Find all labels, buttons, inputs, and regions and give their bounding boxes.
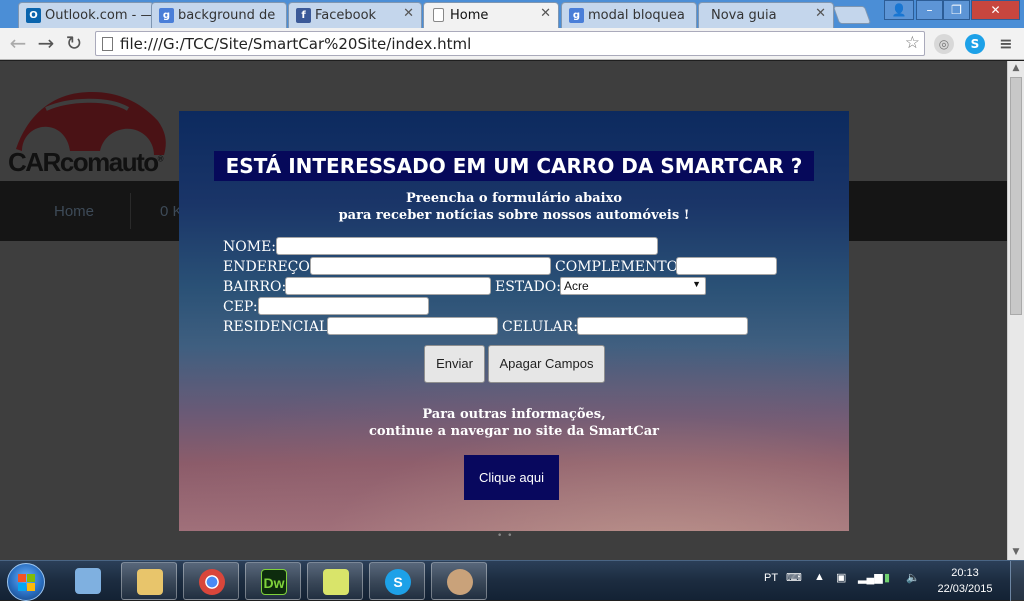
scroll-thumb[interactable] [1010,77,1022,315]
back-icon[interactable]: ← [6,32,30,56]
modal-outro: Para outras informações, continue a nave… [368,407,659,439]
tab-new[interactable]: Nova guia ✕ [698,2,834,28]
bairro-input[interactable] [285,277,491,295]
site-logo[interactable]: CARcomauto® [8,147,164,178]
complemento-label: COMPLEMENTO: [555,259,683,275]
tab-label: Facebook [315,8,377,23]
close-tab-icon[interactable]: ✕ [815,6,826,21]
paint-icon [447,569,473,595]
bookmark-star-icon[interactable]: ☆ [905,33,920,53]
continue-button[interactable]: Clique aqui [464,455,559,500]
windows-logo-icon [18,574,35,591]
menu-icon[interactable]: ≡ [996,34,1016,54]
skype-extension-icon[interactable]: S [965,34,985,54]
volume-muted-icon[interactable]: 🔈 [906,571,920,584]
nav-item-home[interactable]: Home [54,203,94,220]
celular-label: CELULAR: [502,319,578,335]
scroll-down-icon[interactable]: ▼ [1008,545,1024,560]
close-tab-icon[interactable]: ✕ [403,6,414,21]
cep-label: CEP: [223,299,258,315]
taskbar-explorer[interactable] [121,562,177,600]
language-indicator[interactable]: PT [764,572,778,584]
facebook-icon: f [296,8,311,23]
endereco-input[interactable] [310,257,551,275]
taskbar-chrome[interactable] [183,562,239,600]
close-button[interactable]: ✕ [971,0,1020,20]
show-desktop-button[interactable] [1010,561,1024,601]
residencial-label: RESIDENCIAL: [223,319,333,335]
estado-label: ESTADO: [495,279,561,295]
submit-button[interactable]: Enviar [424,345,485,383]
tab-strip: O Outlook.com - — g background de f Face… [0,0,1024,28]
chrome-icon [199,569,225,595]
estado-select[interactable]: Acre ▼ [560,277,706,295]
start-button[interactable] [7,563,45,601]
taskbar-skype[interactable]: S [369,562,425,600]
reload-icon[interactable]: ↻ [62,32,86,56]
residencial-input[interactable] [327,317,498,335]
nome-input[interactable] [276,237,658,255]
tab-facebook[interactable]: f Facebook ✕ [288,2,422,28]
celular-input[interactable] [577,317,748,335]
nome-label: NOME: [223,239,276,255]
clock[interactable]: 20:13 22/03/2015 [935,565,995,597]
dropdown-arrow-icon: ▼ [692,279,701,289]
close-tab-icon[interactable]: ✕ [540,6,551,21]
tab-label: Outlook.com - — [45,8,154,23]
taskbar-dreamweaver[interactable]: Dw [245,562,301,600]
tab-home[interactable]: Home ✕ [423,2,559,28]
page-icon [102,37,113,51]
tab-label: modal bloquea [588,8,685,23]
tab-label: Home [450,8,489,23]
outlook-icon: O [26,8,41,23]
taskbar-virtualbox[interactable] [60,562,116,600]
bairro-label: BAIRRO: [223,279,287,295]
page-scrollbar[interactable]: ▲ ▼ [1007,61,1024,560]
windows-taskbar: Dw S PT ⌨ ▲ ▣ ▂▄▆ ▮ 🔈 20:13 22/03/2015 [0,560,1024,601]
sticky-notes-icon [323,569,349,595]
user-icon[interactable]: 👤 [884,0,914,20]
minimize-button[interactable]: – [916,0,943,20]
google-icon: g [159,8,174,23]
modal-title: ESTÁ INTERESSADO EM UM CARRO DA SMARTCAR… [214,151,814,181]
skype-icon: S [385,569,411,595]
scroll-up-icon[interactable]: ▲ [1008,61,1024,76]
browser-toolbar: ← → ↻ file:///G:/TCC/Site/SmartCar%20Sit… [0,28,1024,60]
page-viewport: CARcomauto® Home 0 K • • ESTÁ INTERESSAD… [0,61,1007,560]
device-icon[interactable]: ▣ [836,571,846,584]
address-bar[interactable]: file:///G:/TCC/Site/SmartCar%20Site/inde… [95,31,925,56]
interest-modal: ESTÁ INTERESSADO EM UM CARRO DA SMARTCAR… [179,111,849,531]
virtualbox-icon [75,568,101,594]
tab-label: background de [178,8,276,23]
maximize-button[interactable]: ❐ [943,0,970,20]
tab-outlook[interactable]: O Outlook.com - — [18,2,154,28]
forward-icon[interactable]: → [34,32,58,56]
taskbar-sticky-notes[interactable] [307,562,363,600]
extension-icon[interactable]: ◎ [934,34,954,54]
tray-expand-icon[interactable]: ▲ [814,571,825,583]
url-text: file:///G:/TCC/Site/SmartCar%20Site/inde… [120,35,472,53]
nav-separator [130,193,131,229]
slider-pager[interactable]: • • [497,531,513,541]
modal-intro: Preencha o formulário abaixo para recebe… [338,191,690,223]
file-explorer-icon [137,569,163,595]
google-icon: g [569,8,584,23]
keyboard-icon[interactable]: ⌨ [786,571,802,584]
tab-modal[interactable]: g modal bloquea [561,2,697,28]
reset-button[interactable]: Apagar Campos [488,345,605,383]
tab-label: Nova guia [711,8,777,23]
dreamweaver-icon: Dw [261,569,287,595]
tab-background[interactable]: g background de [151,2,287,28]
page-icon [433,8,444,22]
taskbar-paint[interactable] [431,562,487,600]
new-tab-button[interactable] [832,6,872,24]
signal-icon[interactable]: ▂▄▆ [858,571,883,584]
complemento-input[interactable] [676,257,777,275]
cep-input[interactable] [258,297,429,315]
network-icon[interactable]: ▮ [884,571,890,584]
endereco-label: ENDEREÇO: [223,259,315,275]
